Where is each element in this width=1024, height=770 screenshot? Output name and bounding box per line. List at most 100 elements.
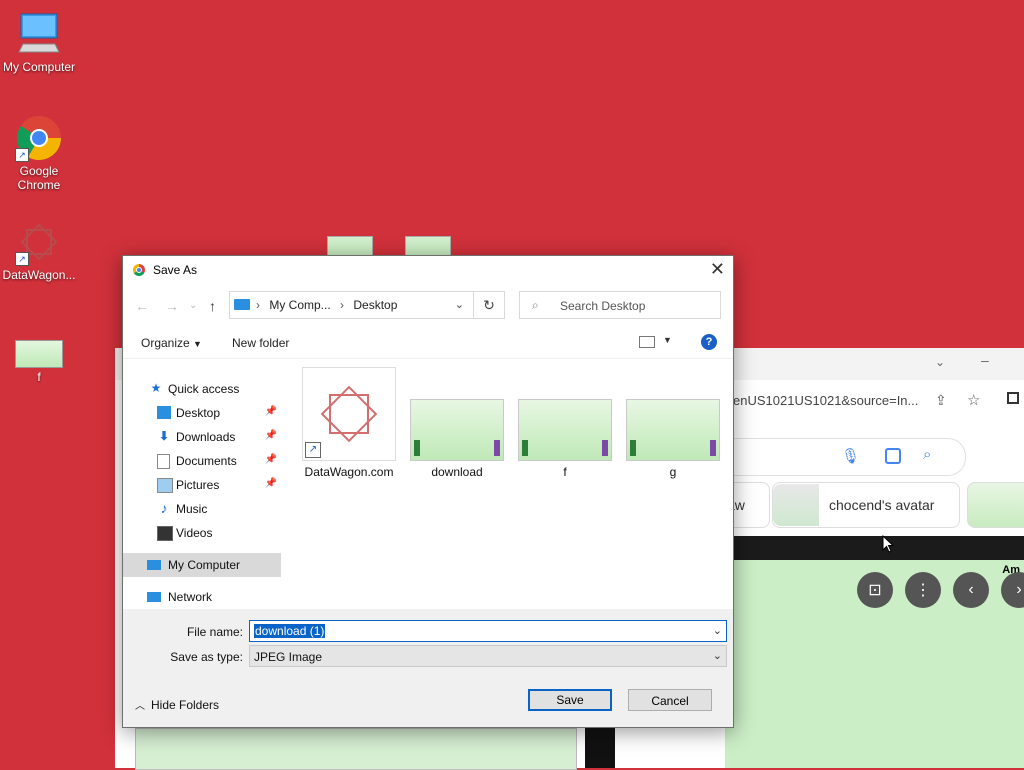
desktop-icon-label: Google Chrome bbox=[17, 164, 61, 192]
chevron-down-icon[interactable]: ⌄ bbox=[455, 298, 464, 311]
desktop-icon-google-chrome[interactable]: ↗ Google Chrome bbox=[0, 114, 79, 192]
caret-down-icon: ▼ bbox=[193, 339, 202, 349]
dialog-titlebar: Save As ✕ bbox=[123, 256, 733, 284]
save-type-select[interactable]: JPEG Image ⌄ bbox=[249, 645, 727, 667]
file-item-download[interactable]: download bbox=[407, 367, 507, 479]
computer-icon bbox=[234, 299, 250, 310]
pin-icon[interactable]: 📌 bbox=[265, 430, 277, 441]
breadcrumb-item[interactable]: Desktop bbox=[353, 298, 397, 312]
desktop-icon-f[interactable]: f bbox=[0, 340, 79, 384]
film-icon bbox=[157, 526, 173, 541]
music-note-icon: ♪ bbox=[160, 500, 168, 516]
nav-music[interactable]: ♪ Music bbox=[123, 497, 281, 521]
computer-icon bbox=[147, 560, 161, 570]
recent-dropdown-icon[interactable]: ⌄ bbox=[189, 300, 197, 311]
nav-label: Videos bbox=[176, 526, 213, 540]
browser-address-bar[interactable]: enUS1021US1021&source=In... ⇪ ☆ bbox=[725, 380, 1024, 423]
refresh-icon[interactable]: ↻ bbox=[473, 292, 504, 318]
related-chip[interactable] bbox=[967, 482, 1024, 528]
cancel-button[interactable]: Cancel bbox=[628, 689, 712, 711]
more-options-button[interactable]: ⋮ bbox=[905, 572, 941, 608]
related-chip[interactable]: chocend's avatar bbox=[772, 482, 960, 528]
url-text: enUS1021US1021&source=In... bbox=[733, 393, 919, 408]
lens-search-button[interactable]: ⊡ bbox=[857, 572, 893, 608]
nav-downloads[interactable]: ⬇ Downloads 📌 bbox=[123, 425, 281, 449]
minimize-icon[interactable]: – bbox=[981, 352, 989, 368]
file-thumbnail: ↗ bbox=[302, 367, 396, 461]
caret-down-icon[interactable]: ▼ bbox=[663, 335, 672, 345]
nav-pictures[interactable]: Pictures 📌 bbox=[123, 473, 281, 497]
save-as-dialog: Save As ✕ ← → ⌄ ↑ › My Comp... › Desktop… bbox=[122, 255, 734, 728]
view-icon[interactable] bbox=[639, 336, 655, 348]
nav-label: Downloads bbox=[176, 430, 236, 444]
hide-folders-button[interactable]: ︿ Hide Folders bbox=[135, 697, 219, 712]
up-arrow-icon[interactable]: ↑ bbox=[209, 298, 216, 314]
desktop-icon bbox=[157, 406, 171, 419]
desktop-icon-my-computer[interactable]: My Computer bbox=[0, 10, 79, 74]
nav-label: Network bbox=[168, 590, 213, 604]
save-button[interactable]: Save bbox=[528, 689, 612, 711]
desktop-icon-label: My Computer bbox=[2, 60, 76, 74]
chevron-up-icon: ︿ bbox=[135, 701, 145, 712]
chrome-icon: ↗ bbox=[15, 114, 63, 162]
star-icon[interactable]: ☆ bbox=[967, 391, 980, 409]
dialog-title: Save As bbox=[153, 263, 198, 277]
shortcut-arrow-icon: ↗ bbox=[15, 252, 29, 266]
lens-icon[interactable] bbox=[885, 448, 901, 464]
desktop-icon-datawagon[interactable]: ↗ DataWagon... bbox=[0, 218, 79, 282]
dialog-footer: File name: download (1) ⌄ Save as type: … bbox=[123, 609, 733, 727]
lens-icon: ⊡ bbox=[868, 582, 882, 599]
nav-label: My Computer bbox=[168, 558, 241, 572]
search-placeholder: Search Desktop bbox=[560, 299, 646, 313]
file-item-datawagon[interactable]: ↗ DataWagon.com bbox=[299, 367, 399, 479]
nav-desktop[interactable]: Desktop 📌 bbox=[123, 401, 281, 425]
search-input[interactable]: ⌕ Search Desktop bbox=[519, 291, 721, 319]
datawagon-logo-icon bbox=[329, 394, 369, 434]
nav-my-computer[interactable]: My Computer bbox=[123, 553, 281, 577]
pictures-icon bbox=[157, 478, 173, 493]
share-icon[interactable]: ⇪ bbox=[935, 392, 947, 409]
desktop-icon-label: DataWagon... bbox=[2, 268, 76, 282]
nav-network[interactable]: Network bbox=[123, 585, 281, 609]
search-box[interactable]: 🎙 ⌕ bbox=[725, 438, 966, 476]
search-icon: ⌕ bbox=[532, 298, 539, 312]
nav-label: Music bbox=[176, 502, 208, 516]
organize-button[interactable]: Organize ▼ bbox=[141, 336, 202, 350]
file-name: g bbox=[669, 465, 677, 479]
close-icon[interactable]: ✕ bbox=[710, 259, 725, 280]
navigation-pane: ★ Quick access Desktop 📌 ⬇ Downloads 📌 D… bbox=[123, 359, 295, 609]
file-item-f[interactable]: f bbox=[515, 367, 615, 479]
forward-arrow-icon[interactable]: → bbox=[165, 298, 179, 314]
more-vertical-icon: ⋮ bbox=[915, 582, 931, 599]
image-thumbnail-icon bbox=[15, 340, 63, 368]
save-type-value: JPEG Image bbox=[254, 650, 323, 664]
pin-icon[interactable]: 📌 bbox=[265, 406, 277, 417]
file-item-g[interactable]: g bbox=[623, 367, 723, 479]
sidepanel-icon[interactable] bbox=[1007, 392, 1019, 404]
nav-videos[interactable]: Videos bbox=[123, 521, 281, 545]
chevron-down-icon[interactable]: ⌄ bbox=[935, 355, 945, 369]
background-image bbox=[135, 728, 577, 770]
shortcut-arrow-icon: ↗ bbox=[305, 442, 321, 458]
save-type-label: Save as type: bbox=[170, 650, 243, 664]
breadcrumb-item[interactable]: My Comp... bbox=[269, 298, 330, 312]
previous-button[interactable]: ‹ bbox=[953, 572, 989, 608]
chevron-right-icon: › bbox=[1016, 581, 1022, 598]
microphone-icon[interactable]: 🎙 bbox=[841, 447, 860, 465]
organize-label: Organize bbox=[141, 336, 190, 350]
file-name-field[interactable]: download (1) ⌄ bbox=[249, 620, 727, 642]
file-name: DataWagon.com bbox=[304, 465, 394, 479]
pin-icon[interactable]: 📌 bbox=[265, 478, 277, 489]
viewer-header bbox=[725, 536, 1024, 560]
breadcrumb-separator-icon: › bbox=[256, 298, 260, 312]
nav-quick-access[interactable]: ★ Quick access bbox=[123, 377, 281, 401]
help-icon[interactable]: ? bbox=[701, 334, 717, 350]
search-icon[interactable]: ⌕ bbox=[923, 446, 931, 463]
new-folder-button[interactable]: New folder bbox=[232, 336, 289, 350]
address-bar[interactable]: › My Comp... › Desktop ⌄ ↻ bbox=[229, 291, 505, 319]
command-toolbar: Organize ▼ New folder ▼ ? bbox=[123, 328, 733, 359]
nav-documents[interactable]: Documents 📌 bbox=[123, 449, 281, 473]
pin-icon[interactable]: 📌 bbox=[265, 454, 277, 465]
back-arrow-icon[interactable]: ← bbox=[135, 298, 149, 314]
chevron-down-icon[interactable]: ⌄ bbox=[713, 624, 722, 637]
